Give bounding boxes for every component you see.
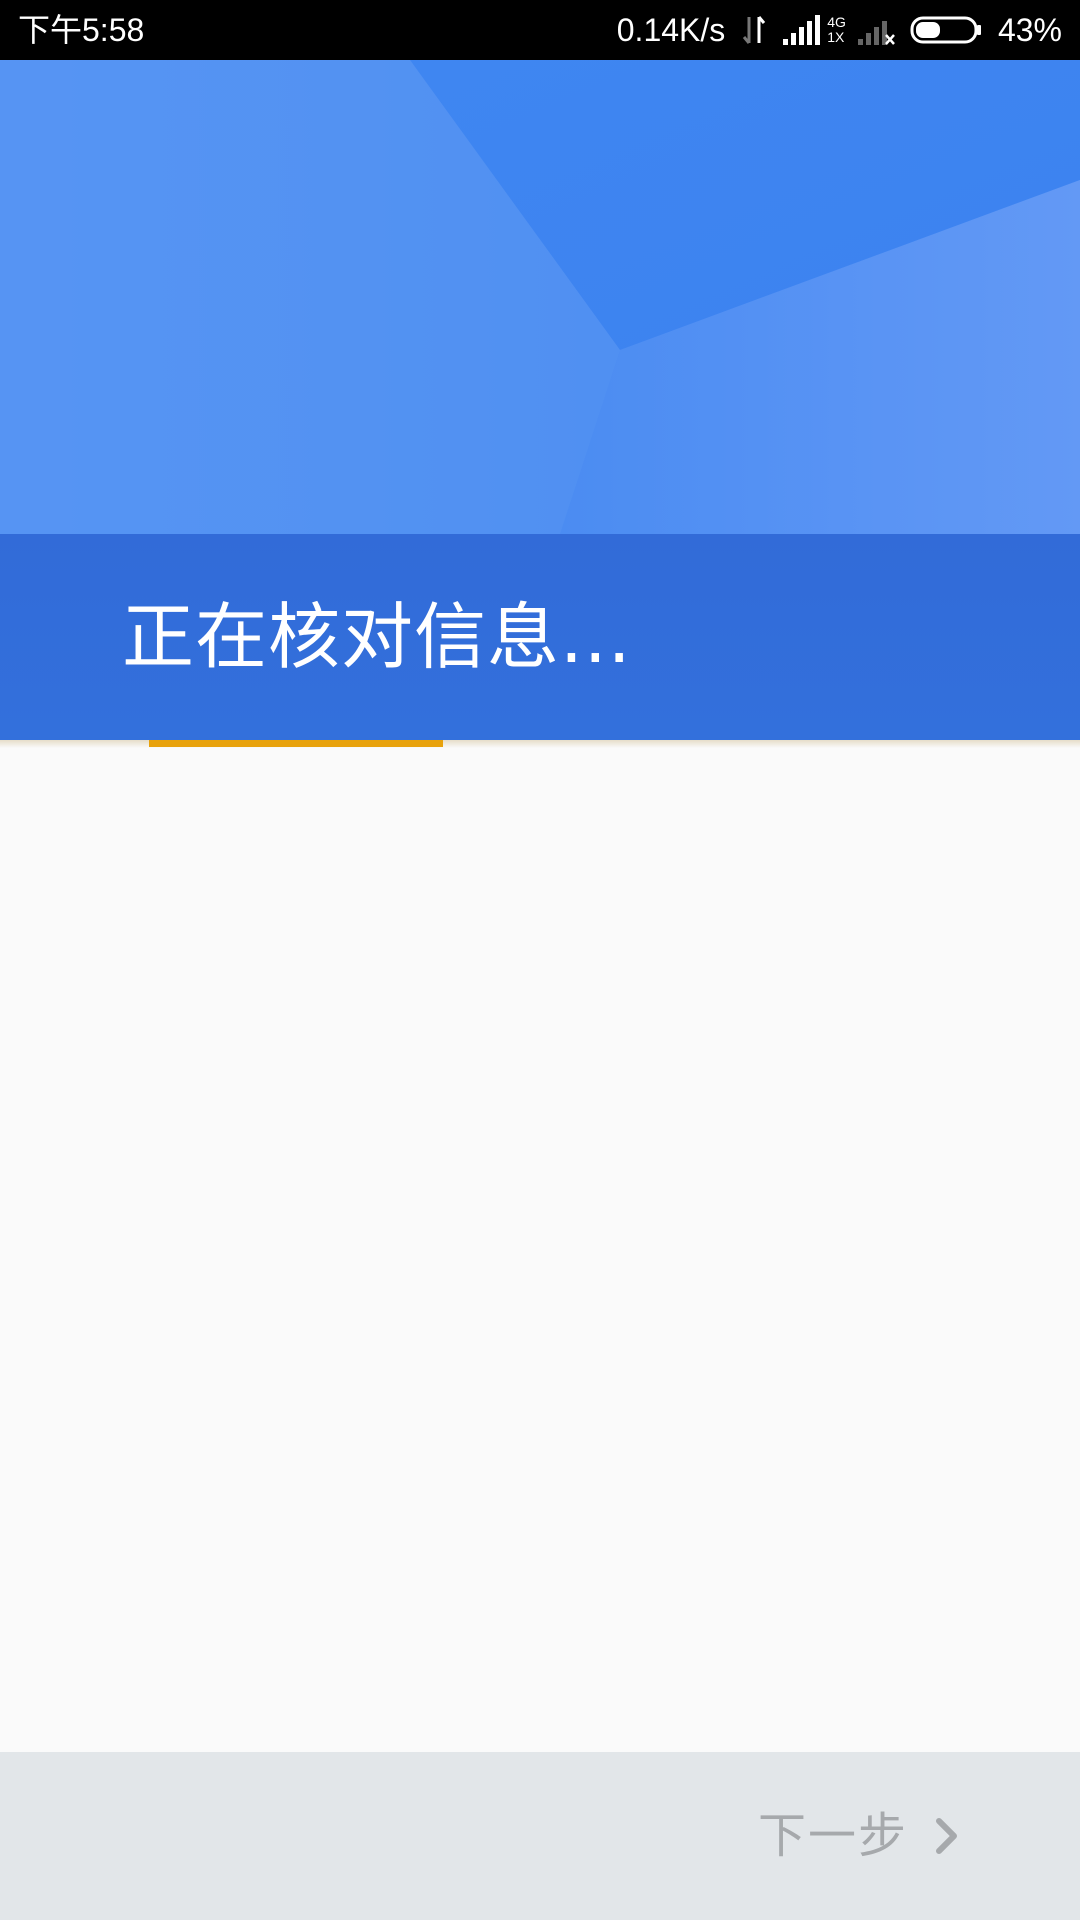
- status-bar: 下午5:58 0.14K/s 4G 1X 43%: [0, 0, 1080, 60]
- data-activity-icon: [743, 16, 766, 44]
- signal-no-service-icon: [857, 21, 895, 45]
- chevron-right-icon: [936, 1818, 957, 1854]
- next-step-button[interactable]: 下一步: [758, 1796, 960, 1876]
- header-background: [0, 60, 1080, 534]
- progress-bar: [0, 740, 1080, 747]
- network-type-bottom: 1X: [827, 29, 845, 45]
- battery-icon: [910, 16, 981, 44]
- status-time: 下午5:58: [18, 12, 145, 48]
- battery-percentage: 43%: [997, 12, 1062, 48]
- main-content: [0, 748, 1080, 1752]
- battery-fill: [915, 22, 940, 38]
- page-title: 正在核对信息...: [122, 595, 632, 679]
- status-icons: 0.14K/s 4G 1X 43%: [617, 10, 1062, 50]
- progress-bar-fill: [149, 740, 443, 747]
- title-band: 正在核对信息...: [0, 534, 1080, 740]
- screen: 下午5:58 0.14K/s 4G 1X 43% 正在核对信息... 下一步: [0, 0, 1080, 1920]
- bottom-bar: 下一步: [0, 1752, 1080, 1920]
- network-type-top: 4G: [827, 14, 846, 30]
- next-step-label: 下一步: [757, 1808, 908, 1864]
- signal-icon: [783, 15, 821, 45]
- network-type: 4G 1X: [827, 15, 846, 45]
- network-speed: 0.14K/s: [616, 12, 726, 48]
- header-geometric-pattern: [0, 60, 1080, 534]
